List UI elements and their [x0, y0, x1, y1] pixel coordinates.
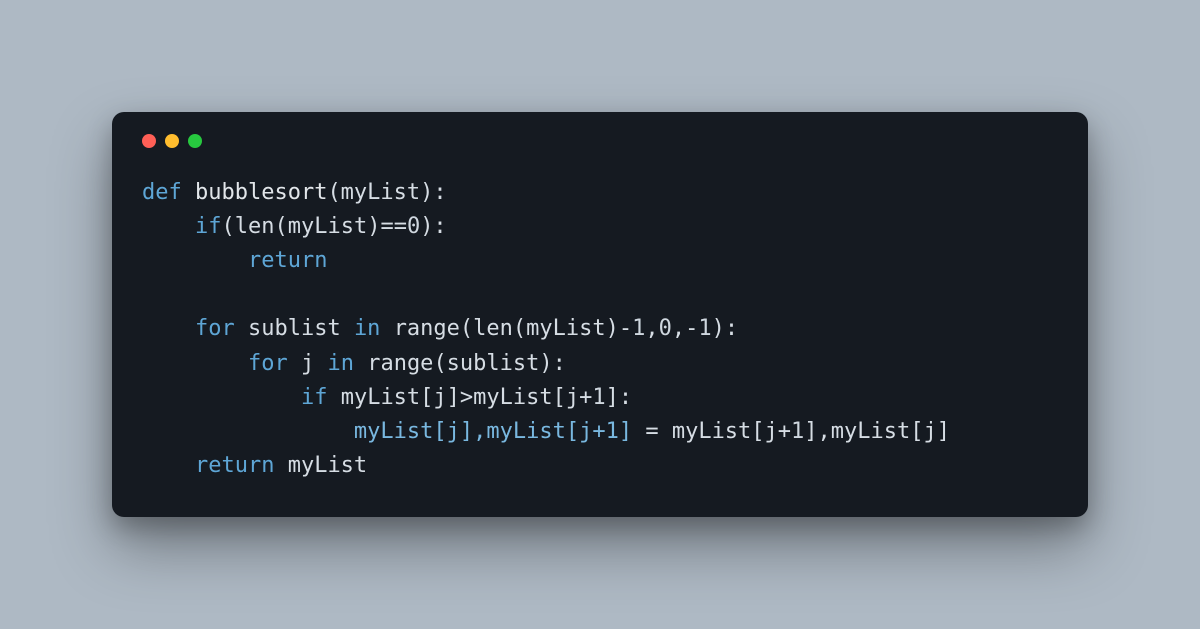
- keyword-for: for: [248, 351, 301, 376]
- indent: [142, 214, 195, 239]
- number-literal: 1: [592, 385, 605, 410]
- code-text: (myList)==: [274, 214, 406, 239]
- code-text: myList[j]>myList[j+: [341, 385, 593, 410]
- function-name: bubblesort: [195, 180, 327, 205]
- builtin-range: range: [367, 351, 433, 376]
- code-text: myList: [288, 453, 367, 478]
- indent: [142, 419, 354, 444]
- builtin-len: len: [473, 316, 513, 341]
- minimize-icon[interactable]: [165, 134, 179, 148]
- code-text: ):: [420, 214, 447, 239]
- loop-var: j: [301, 351, 328, 376]
- keyword-return: return: [248, 248, 327, 273]
- code-text: (: [221, 214, 234, 239]
- indent: [142, 248, 248, 273]
- indent: [142, 351, 248, 376]
- loop-var: sublist: [248, 316, 354, 341]
- code-text: ,: [645, 316, 658, 341]
- code-text: (myList):: [327, 180, 446, 205]
- code-text: ]:: [606, 385, 633, 410]
- code-text: (: [460, 316, 473, 341]
- number-literal: 0: [659, 316, 672, 341]
- indent: [142, 453, 195, 478]
- number-literal: 1: [698, 316, 711, 341]
- maximize-icon[interactable]: [188, 134, 202, 148]
- indent: [142, 385, 301, 410]
- keyword-if: if: [301, 385, 341, 410]
- keyword-for: for: [195, 316, 248, 341]
- code-block: def bubblesort(myList): if(len(myList)==…: [142, 176, 1058, 483]
- number-literal: 1: [632, 316, 645, 341]
- code-text: ],myList[j]: [804, 419, 950, 444]
- keyword-in: in: [327, 351, 367, 376]
- code-text: (sublist):: [433, 351, 565, 376]
- keyword-return: return: [195, 453, 288, 478]
- keyword-if: if: [195, 214, 222, 239]
- builtin-len: len: [235, 214, 275, 239]
- close-icon[interactable]: [142, 134, 156, 148]
- code-window: def bubblesort(myList): if(len(myList)==…: [112, 112, 1088, 517]
- assignment-lhs: myList[j],myList[j+1]: [354, 419, 632, 444]
- code-text: ,-: [672, 316, 699, 341]
- code-text: myList[j+: [672, 419, 791, 444]
- builtin-range: range: [394, 316, 460, 341]
- number-literal: 0: [407, 214, 420, 239]
- number-literal: 1: [791, 419, 804, 444]
- window-titlebar: [142, 134, 1058, 176]
- indent: [142, 316, 195, 341]
- assignment-op: =: [632, 419, 672, 444]
- keyword-def: def: [142, 180, 195, 205]
- code-text: (myList)-: [513, 316, 632, 341]
- code-text: ):: [712, 316, 739, 341]
- keyword-in: in: [354, 316, 394, 341]
